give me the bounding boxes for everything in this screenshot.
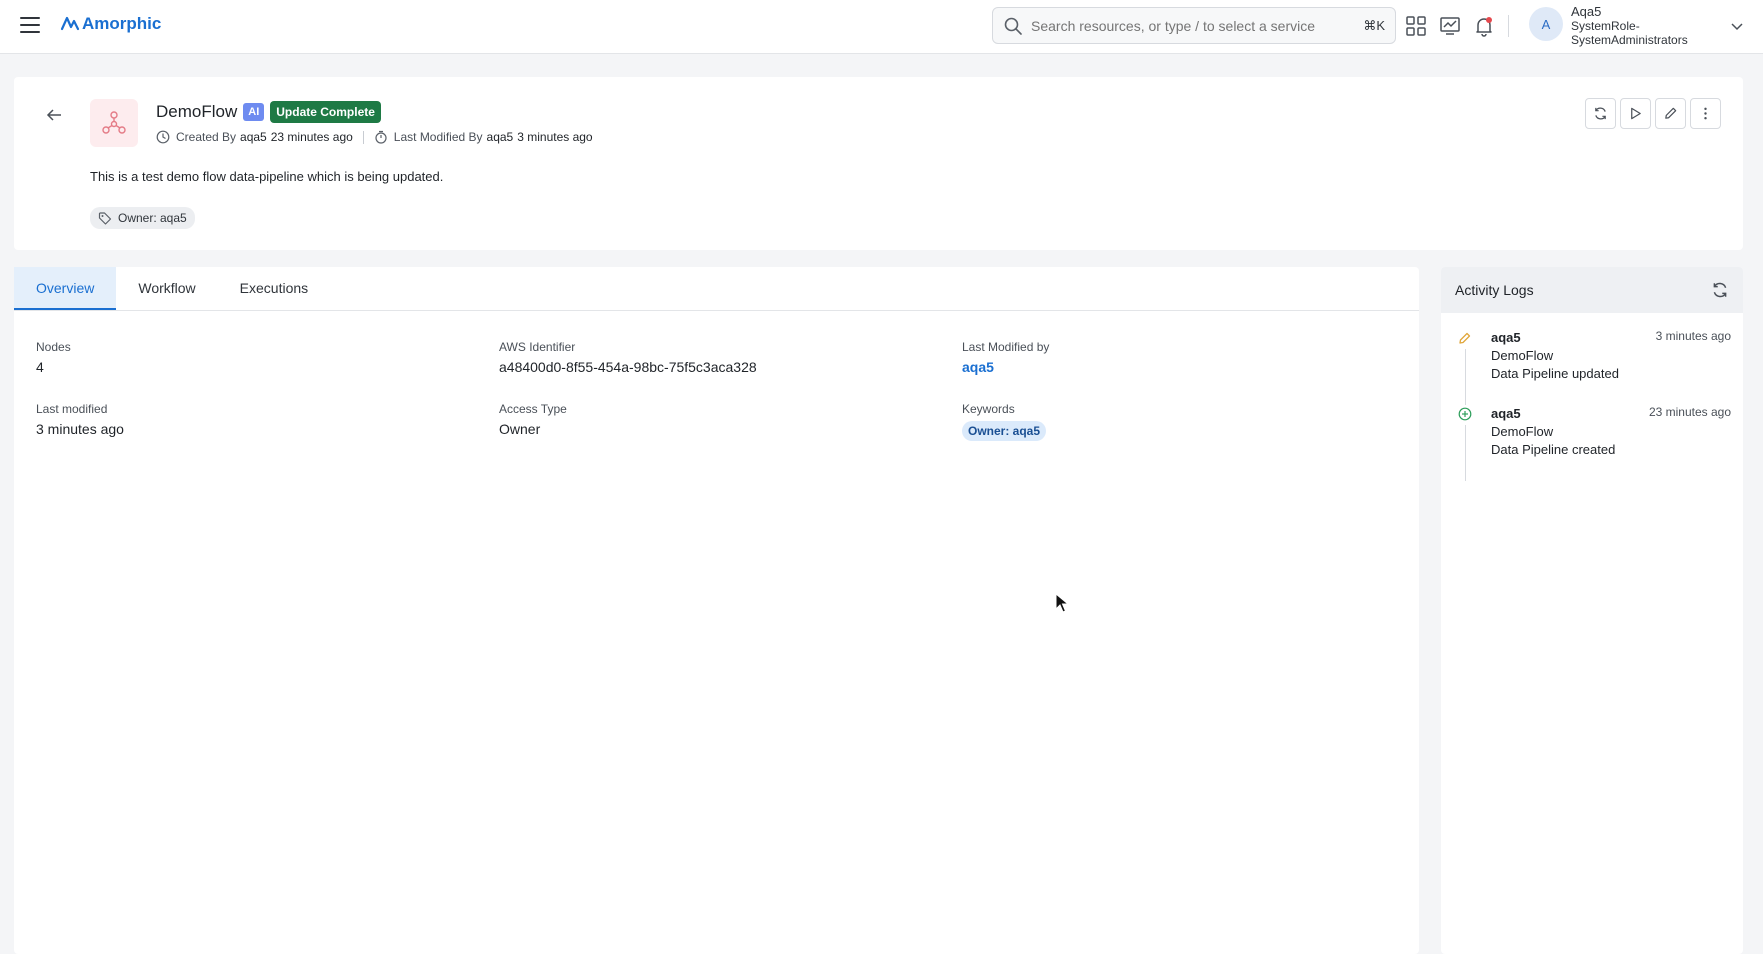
back-arrow-icon[interactable]	[44, 105, 64, 125]
log-user: aqa5	[1491, 330, 1521, 345]
owner-tag: Owner: aqa5	[90, 207, 195, 229]
refresh-icon	[1595, 107, 1606, 120]
field-value: 3 minutes ago	[36, 421, 124, 437]
created-by: aqa5	[240, 130, 267, 144]
log-action: Data Pipeline created	[1491, 442, 1616, 457]
modified-label: Last Modified By	[393, 130, 483, 144]
ai-badge: AI	[243, 103, 265, 121]
search-input[interactable]	[1031, 17, 1364, 34]
field-aws-identifier: AWS Identifier a48400d0-8f55-454a-98bc-7…	[499, 340, 757, 375]
top-bar: Amorphic ⌘K A Aqa5 SystemRole- SystemAdm…	[0, 0, 1763, 54]
edit-button[interactable]	[1655, 98, 1686, 129]
tab-bar: Overview Workflow Executions	[14, 267, 1419, 311]
kebab-menu-icon	[1704, 107, 1707, 120]
field-last-modified: Last modified 3 minutes ago	[36, 402, 124, 437]
tab-overview[interactable]: Overview	[14, 267, 117, 310]
last-modified-by-link[interactable]: aqa5	[962, 359, 1049, 375]
timeline-line	[1465, 349, 1466, 405]
list-item: aqa5 DemoFlow Data Pipeline created 23 m…	[1455, 405, 1731, 481]
log-time: 23 minutes ago	[1648, 405, 1731, 419]
log-time: 3 minutes ago	[1655, 329, 1731, 343]
timer-icon	[375, 130, 387, 144]
play-icon	[1631, 107, 1641, 120]
field-label: Keywords	[962, 402, 1015, 416]
keyword-chip: Owner: aqa5	[962, 421, 1047, 441]
created-when: 23 minutes ago	[270, 130, 353, 144]
field-value: Owner	[499, 421, 541, 437]
log-body: aqa5 DemoFlow Data Pipeline created	[1491, 405, 1615, 459]
log-resource: DemoFlow	[1491, 348, 1554, 363]
field-label: Last Modified by	[962, 340, 1050, 354]
field-label: Last modified	[36, 402, 108, 416]
field-nodes: Nodes 4	[36, 340, 71, 375]
activity-logs-panel: Activity Logs aqa5 DemoFlow Data Pipelin…	[1441, 267, 1743, 954]
field-value: 4	[36, 359, 44, 375]
more-options-button[interactable]	[1690, 98, 1721, 129]
status-badge: Update Complete	[270, 101, 381, 123]
field-last-modified-by: Last Modified by aqa5	[962, 340, 1049, 375]
tab-executions[interactable]: Executions	[218, 267, 330, 310]
tag-icon	[98, 212, 112, 225]
title-row: DemoFlow AI Update Complete	[156, 101, 381, 123]
user-role-line1: SystemRole-	[1571, 19, 1640, 33]
field-label: AWS Identifier	[499, 340, 576, 354]
pencil-icon	[1665, 107, 1677, 119]
activity-header: Activity Logs	[1441, 267, 1743, 313]
flow-icon	[90, 99, 138, 147]
meta-divider	[362, 130, 364, 144]
user-role-line2: SystemAdministrators	[1571, 33, 1688, 47]
owner-tag-label: Owner: aqa5	[118, 211, 187, 225]
field-access-type: Access Type Owner	[499, 402, 567, 437]
modified-by: aqa5	[486, 130, 514, 144]
logo-text: Amorphic	[82, 14, 162, 33]
tab-workflow[interactable]: Workflow	[116, 267, 217, 310]
avatar[interactable]: A	[1529, 7, 1563, 41]
timeline-line	[1465, 425, 1466, 481]
modified-when: 3 minutes ago	[517, 130, 593, 144]
field-label: Nodes	[36, 340, 71, 354]
app-logo[interactable]: Amorphic	[60, 14, 161, 34]
plus-circle-icon	[1458, 407, 1472, 421]
pipeline-header-card: DemoFlow AI Update Complete Created By a…	[14, 77, 1743, 250]
log-resource: DemoFlow	[1491, 424, 1554, 439]
divider	[1508, 15, 1509, 37]
refresh-button[interactable]	[1585, 98, 1616, 129]
monitor-chart-icon[interactable]	[1438, 14, 1462, 38]
field-keywords: Keywords Owner: aqa5	[962, 402, 1047, 441]
search-bar[interactable]: ⌘K	[992, 7, 1396, 44]
refresh-icon[interactable]	[1711, 281, 1729, 299]
logo-icon	[60, 16, 80, 31]
created-label: Created By	[176, 130, 237, 144]
log-body: aqa5 DemoFlow Data Pipeline updated	[1491, 329, 1619, 383]
main-content-card: Overview Workflow Executions Nodes 4 AWS…	[14, 267, 1419, 954]
bell-icon[interactable]	[1472, 14, 1496, 38]
clock-icon	[156, 130, 170, 144]
mouse-cursor-icon	[1055, 593, 1069, 613]
log-action: Data Pipeline updated	[1491, 366, 1619, 381]
pencil-icon	[1459, 332, 1471, 344]
log-user: aqa5	[1491, 406, 1521, 421]
user-name: Aqa5	[1571, 4, 1602, 19]
chevron-down-icon[interactable]	[1729, 18, 1745, 34]
search-icon	[1004, 17, 1022, 35]
search-shortcut: ⌘K	[1363, 17, 1385, 33]
menu-icon[interactable]	[20, 17, 40, 33]
field-value: a48400d0-8f55-454a-98bc-75f5c3aca328	[499, 359, 757, 375]
activity-title: Activity Logs	[1455, 282, 1534, 298]
run-button[interactable]	[1620, 98, 1651, 129]
user-info[interactable]: Aqa5 SystemRole- SystemAdministrators	[1571, 4, 1688, 48]
page-title: DemoFlow	[156, 102, 238, 121]
pipeline-description: This is a test demo flow data-pipeline w…	[90, 169, 444, 184]
field-label: Access Type	[499, 402, 567, 416]
list-item: aqa5 DemoFlow Data Pipeline updated 3 mi…	[1455, 329, 1731, 405]
meta-row: Created By aqa5 23 minutes ago Last Modi…	[156, 130, 593, 144]
apps-grid-icon[interactable]	[1404, 14, 1428, 38]
